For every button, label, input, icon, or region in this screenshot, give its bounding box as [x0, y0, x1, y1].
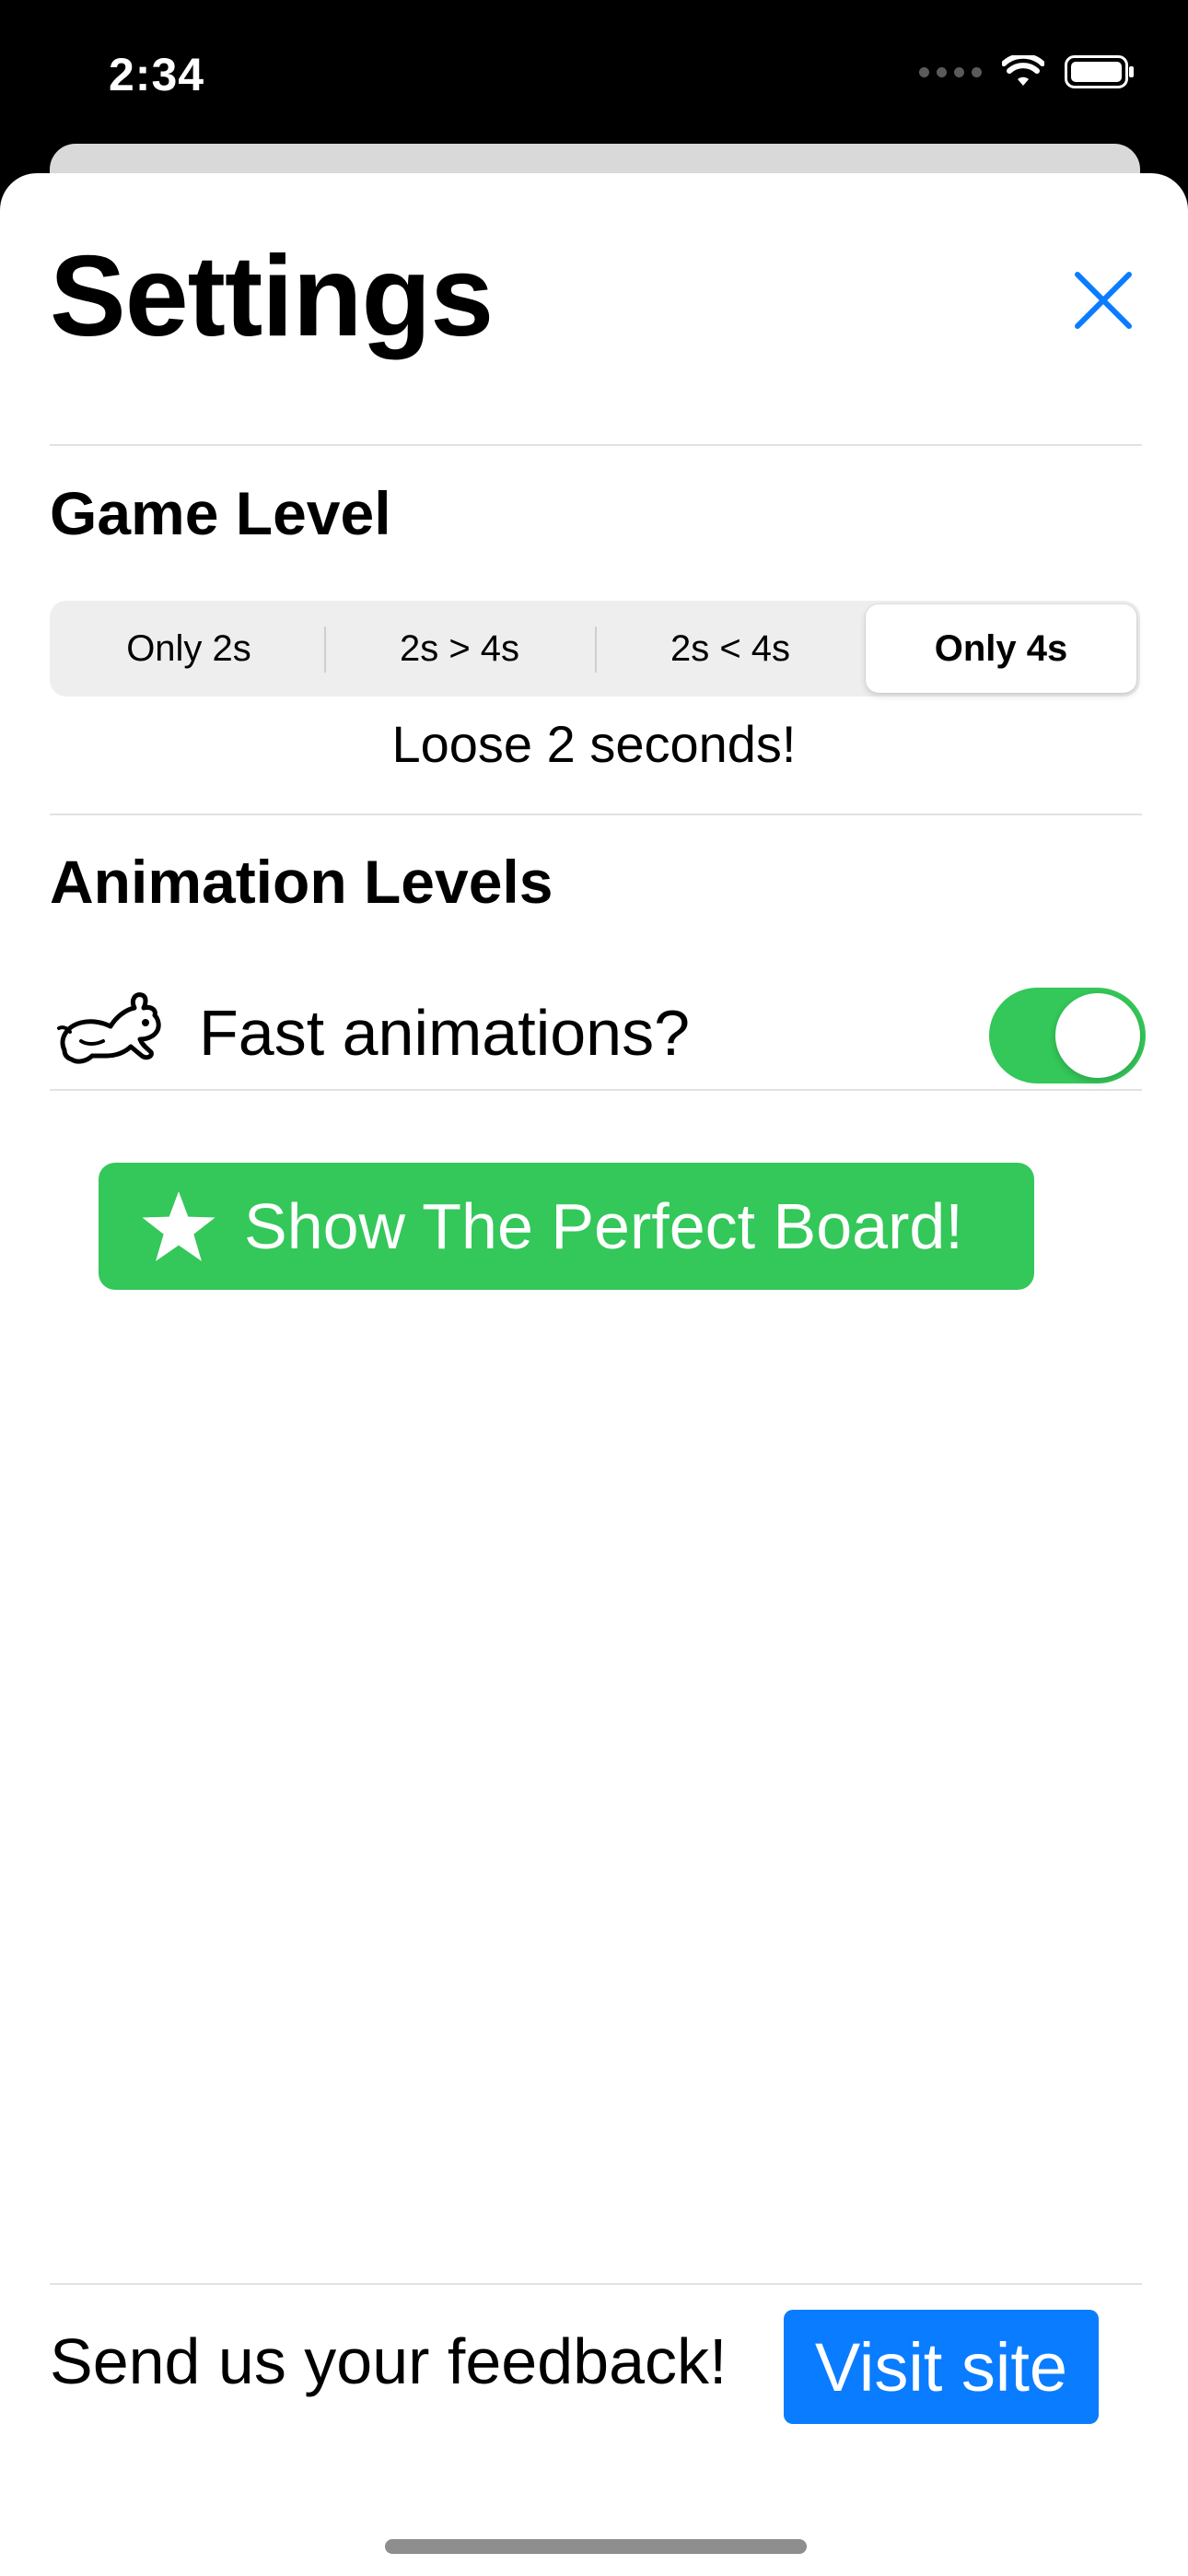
- divider: [50, 444, 1142, 446]
- game-level-caption: Loose 2 seconds!: [391, 715, 797, 773]
- show-perfect-board-label: Show The Perfect Board!: [244, 1190, 963, 1262]
- rabbit-icon: [57, 992, 161, 1064]
- fast-animations-label: Fast animations?: [199, 997, 691, 1069]
- battery-icon: [1065, 55, 1134, 88]
- close-icon: [1075, 272, 1132, 329]
- game-level-segmented-control: Only 2s 2s > 4s 2s < 4s Only 4s: [50, 601, 1140, 697]
- home-indicator[interactable]: [385, 2539, 807, 2554]
- visit-site-button[interactable]: Visit site: [784, 2310, 1099, 2424]
- segment-2s-gt-4s[interactable]: 2s > 4s: [324, 604, 595, 693]
- segment-2s-lt-4s[interactable]: 2s < 4s: [595, 604, 866, 693]
- show-perfect-board-button[interactable]: Show The Perfect Board!: [99, 1163, 1034, 1290]
- screen: 2:34 Settings Game Level Only 2s 2s > 4s…: [0, 0, 1188, 2576]
- visit-site-label: Visit site: [814, 2328, 1068, 2406]
- animation-levels-title: Animation Levels: [50, 848, 553, 916]
- page-title: Settings: [50, 233, 494, 360]
- wifi-icon: [1002, 55, 1044, 86]
- close-button[interactable]: [1068, 265, 1138, 335]
- divider: [50, 1089, 1142, 1091]
- segment-only-4s[interactable]: Only 4s: [866, 604, 1136, 693]
- settings-sheet: Settings Game Level Only 2s 2s > 4s 2s <…: [0, 173, 1188, 2576]
- game-level-title: Game Level: [50, 479, 391, 547]
- star-icon: [142, 1191, 215, 1261]
- feedback-text: Send us your feedback!: [50, 2325, 728, 2397]
- fast-animations-toggle[interactable]: [989, 988, 1146, 1083]
- status-bar: 2:34: [0, 0, 1188, 147]
- status-time: 2:34: [109, 49, 205, 100]
- toggle-knob: [1055, 993, 1140, 1078]
- signal-dots-icon: [919, 66, 982, 77]
- status-icons: [919, 55, 1136, 88]
- fast-animations-row: Fast animations?: [50, 967, 1146, 1087]
- segment-only-2s[interactable]: Only 2s: [53, 604, 324, 693]
- divider: [50, 2283, 1142, 2285]
- divider: [50, 814, 1142, 815]
